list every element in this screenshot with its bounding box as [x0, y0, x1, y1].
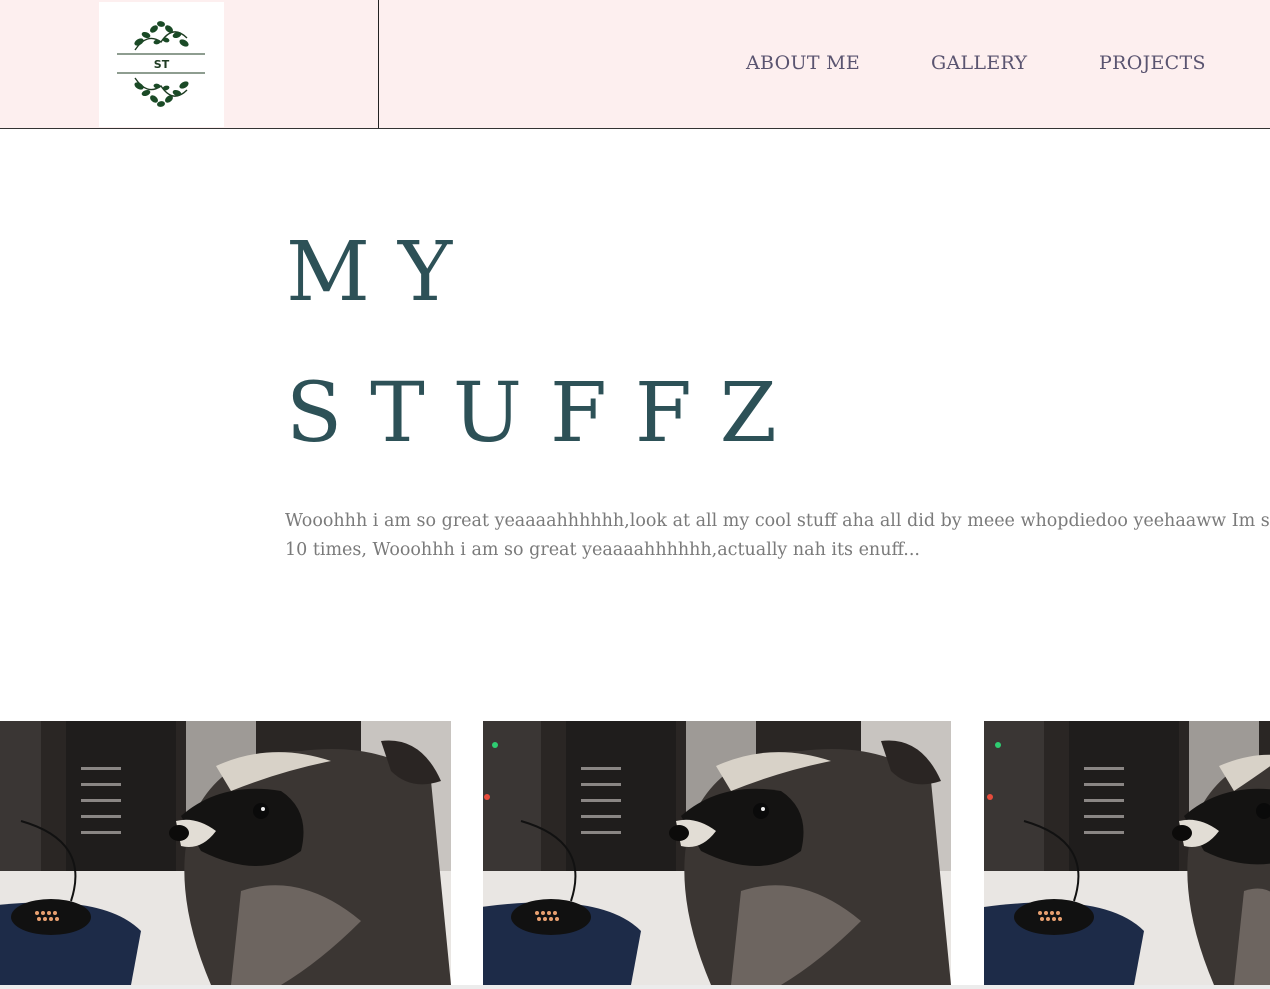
gallery-image-2[interactable]: [483, 721, 951, 985]
page-title-line-2: STUFFZ: [286, 366, 805, 461]
site-header: ST ABOUT ME GALLERY PROJECTS: [0, 0, 1270, 129]
raccoon-photo-icon: [483, 721, 951, 985]
leaf-wreath-icon: ST: [117, 21, 205, 107]
logo-text: ST: [154, 58, 170, 71]
nav-about-me[interactable]: ABOUT ME: [746, 52, 860, 74]
hero-description-line-1: Wooohhh i am so great yeaaaahhhhhh,look …: [285, 511, 1270, 531]
hero-description: Wooohhh i am so great yeaaaahhhhhh,look …: [285, 507, 1270, 565]
raccoon-photo-icon: [0, 721, 451, 985]
raccoon-photo-icon: [984, 721, 1270, 985]
header-divider: [378, 0, 379, 128]
page-bottom-edge: [0, 985, 1270, 989]
gallery-image-3[interactable]: [984, 721, 1270, 985]
page-title-line-1: MY: [286, 225, 481, 320]
site-logo[interactable]: ST: [99, 2, 224, 127]
nav-projects[interactable]: PROJECTS: [1099, 52, 1206, 74]
nav-gallery[interactable]: GALLERY: [931, 52, 1027, 74]
hero-description-line-2: 10 times, Wooohhh i am so great yeaaaahh…: [285, 540, 920, 560]
gallery-image-1[interactable]: [0, 721, 451, 985]
